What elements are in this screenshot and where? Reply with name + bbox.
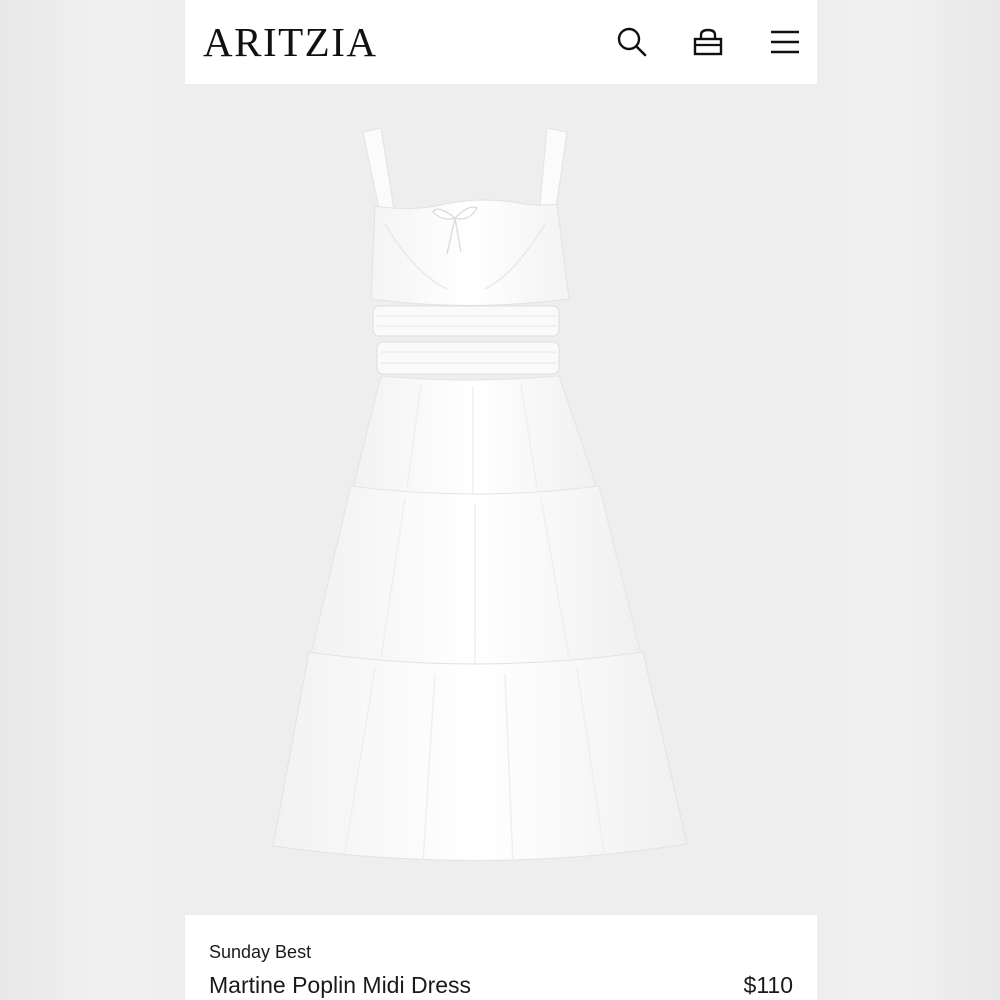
product-name[interactable]: Martine Poplin Midi Dress bbox=[209, 971, 471, 999]
menu-button[interactable] bbox=[765, 22, 805, 62]
brand-logo[interactable]: ARITZIA bbox=[203, 19, 377, 65]
product-brand[interactable]: Sunday Best bbox=[209, 941, 311, 963]
dress-illustration bbox=[272, 127, 688, 865]
site-header: ARITZIA bbox=[185, 0, 817, 84]
bag-button[interactable] bbox=[688, 22, 728, 62]
background-left bbox=[0, 0, 185, 1000]
search-icon bbox=[616, 26, 648, 58]
product-image[interactable] bbox=[185, 84, 817, 915]
hamburger-menu-icon bbox=[770, 29, 800, 55]
product-price: $110 bbox=[743, 972, 793, 998]
product-page: ARITZIA Sunday Best Martine Poplin Midi … bbox=[185, 0, 817, 1000]
product-info: Sunday Best Martine Poplin Midi Dress $1… bbox=[185, 915, 817, 1000]
background-right bbox=[817, 0, 1000, 1000]
shopping-bag-icon bbox=[692, 26, 724, 58]
search-button[interactable] bbox=[612, 22, 652, 62]
